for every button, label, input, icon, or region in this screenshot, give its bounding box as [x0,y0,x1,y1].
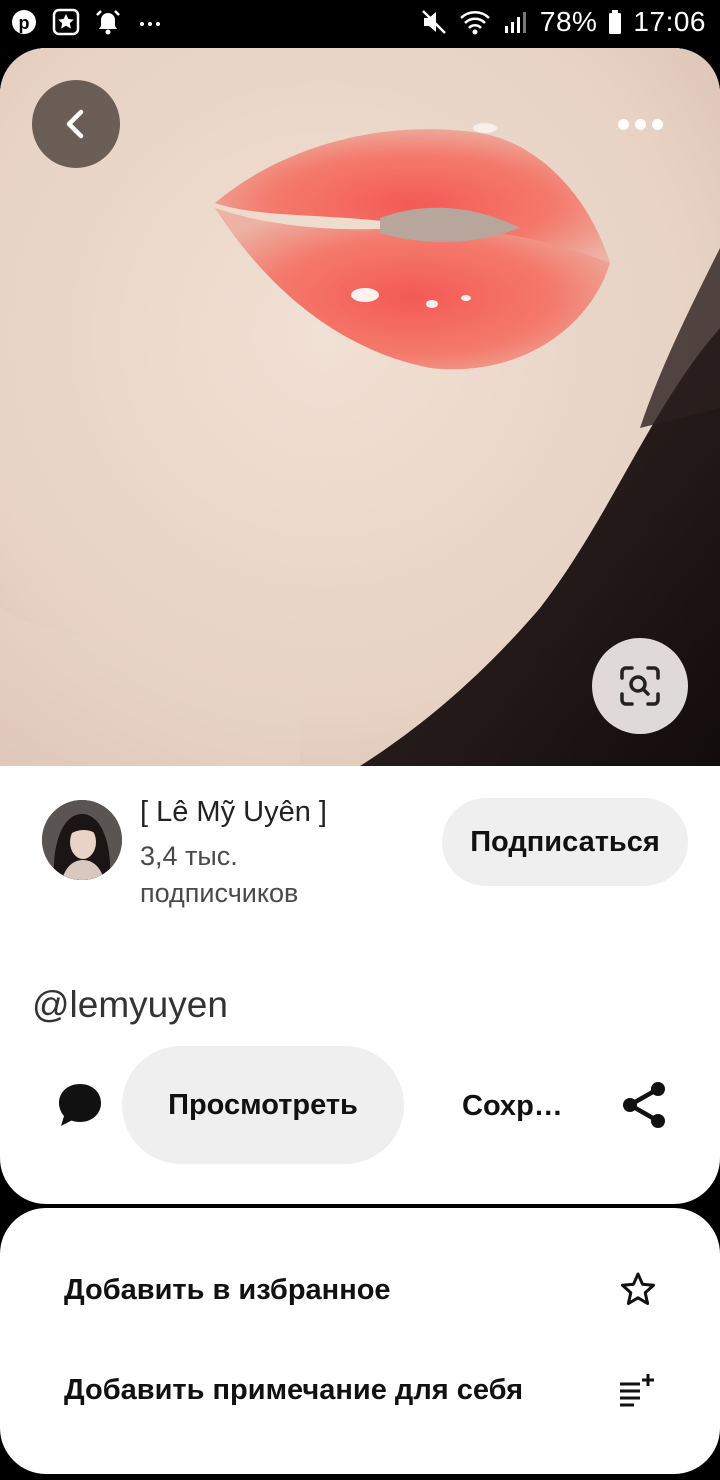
pin-card: [ Lê Mỹ Uyên ] 3,4 тыс. подписчиков Подп… [0,48,720,1204]
pin-image[interactable] [0,48,720,766]
back-arrow-icon [66,109,84,139]
star-app-icon [52,8,80,36]
visual-search-icon [620,666,660,706]
share-icon[interactable] [620,1080,668,1130]
back-button[interactable] [32,80,120,168]
menu-item-add-note[interactable]: Добавить примечание для себя [0,1352,720,1432]
menu-item-label: Добавить примечание для себя [64,1374,524,1406]
menu-item-add-favorite[interactable]: Добавить в избранное [0,1252,720,1332]
follower-count: 3,4 тыс. подписчиков [140,838,400,912]
add-note-icon [618,1370,658,1410]
svg-text:p: p [19,13,30,33]
follower-count-label: подписчиков [140,878,299,908]
wifi-icon [458,8,492,36]
follower-count-number: 3,4 тыс. [140,841,238,871]
status-bar: p 78% 17:06 [0,0,720,48]
pinterest-icon: p [10,8,38,36]
more-options-button[interactable] [604,104,676,144]
pin-username: @lemyuyen [32,984,228,1025]
comment-icon[interactable] [56,1080,104,1130]
more-options-icon [617,118,663,130]
battery-percent: 78% [539,6,598,37]
battery-icon [607,8,623,36]
avatar-image [42,800,122,880]
options-sheet: Добавить в избранное Добавить примечание… [0,1208,720,1474]
more-notifications-icon [136,8,164,36]
signal-icon [502,8,530,36]
follow-button[interactable]: Подписаться [442,798,688,886]
avatar[interactable] [42,800,122,880]
star-outline-icon [618,1270,658,1310]
visual-search-button[interactable] [592,638,688,734]
action-bar: Просмотреть Сохр… [0,1046,720,1166]
creator-section: [ Lê Mỹ Uyên ] 3,4 тыс. подписчиков Подп… [0,766,720,956]
clock: 17:06 [633,6,706,37]
view-button[interactable]: Просмотреть [122,1046,404,1164]
menu-item-label: Добавить в избранное [64,1274,391,1306]
alarm-icon [94,8,122,36]
mute-icon [420,8,448,36]
save-button[interactable]: Сохр… [462,1090,563,1123]
creator-name[interactable]: [ Lê Mỹ Uyên ] [140,796,327,829]
